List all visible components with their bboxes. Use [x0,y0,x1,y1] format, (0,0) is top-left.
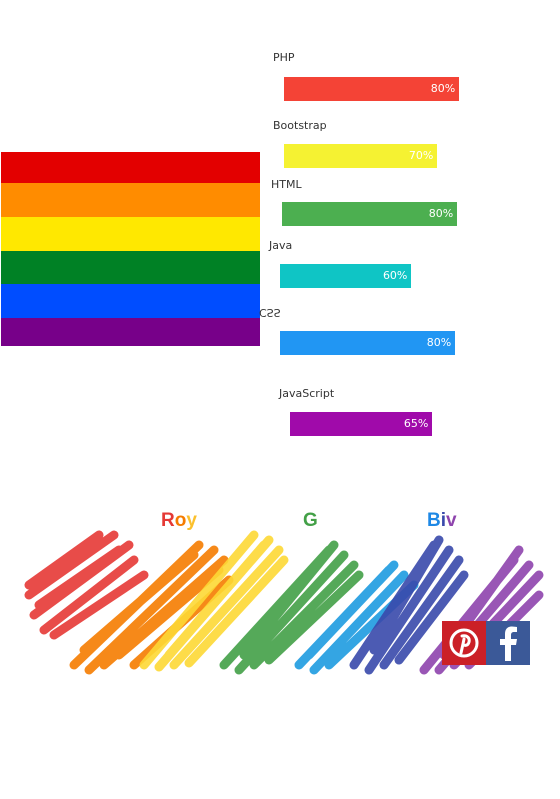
flag-stripe-blue [1,284,260,318]
banner-text-biv: Biv [427,510,457,532]
skill-fill-bootstrap: 70% [284,144,438,168]
facebook-icon [500,626,517,661]
flag-stripe-violet [1,318,260,346]
skill-bar-html: 80% [282,202,501,226]
skill-fill-html: 80% [282,202,458,226]
banner-text-roy: Roy [161,510,197,532]
pinterest-icon [449,628,479,658]
skill-fill-php: 80% [284,77,460,101]
skill-bar-php: 80% [284,77,503,101]
skill-label-php: PHP [273,51,295,64]
flag-stripe-yellow [1,217,260,251]
skill-fill-javascript: 65% [290,412,433,436]
skill-fill-css: 80% [280,331,456,355]
skill-label-css: CSS [259,306,281,319]
skill-bar-javascript: 65% [290,412,509,436]
facebook-button[interactable] [486,621,530,665]
letter-r: R [161,510,175,531]
skill-bar-java: 60% [280,264,499,288]
rainbow-flag [1,152,260,346]
banner-text-g: G [303,510,318,531]
flag-stripe-green [1,251,260,284]
skill-label-html: HTML [271,178,302,191]
skill-label-java: Java [269,239,293,252]
skill-fill-java: 60% [280,264,412,288]
letter-b: B [427,510,441,531]
letter-y: y [186,510,197,531]
skill-label-bootstrap: Bootstrap [273,119,327,132]
pinterest-button[interactable] [442,621,486,665]
flag-stripe-orange [1,183,260,217]
skill-bar-bootstrap: 70% [284,144,503,168]
letter-v: v [446,510,457,531]
skill-bar-css: 80% [280,331,499,355]
flag-stripe-red [1,152,260,183]
letter-o: o [174,510,187,531]
skill-label-javascript: JavaScript [279,387,335,400]
